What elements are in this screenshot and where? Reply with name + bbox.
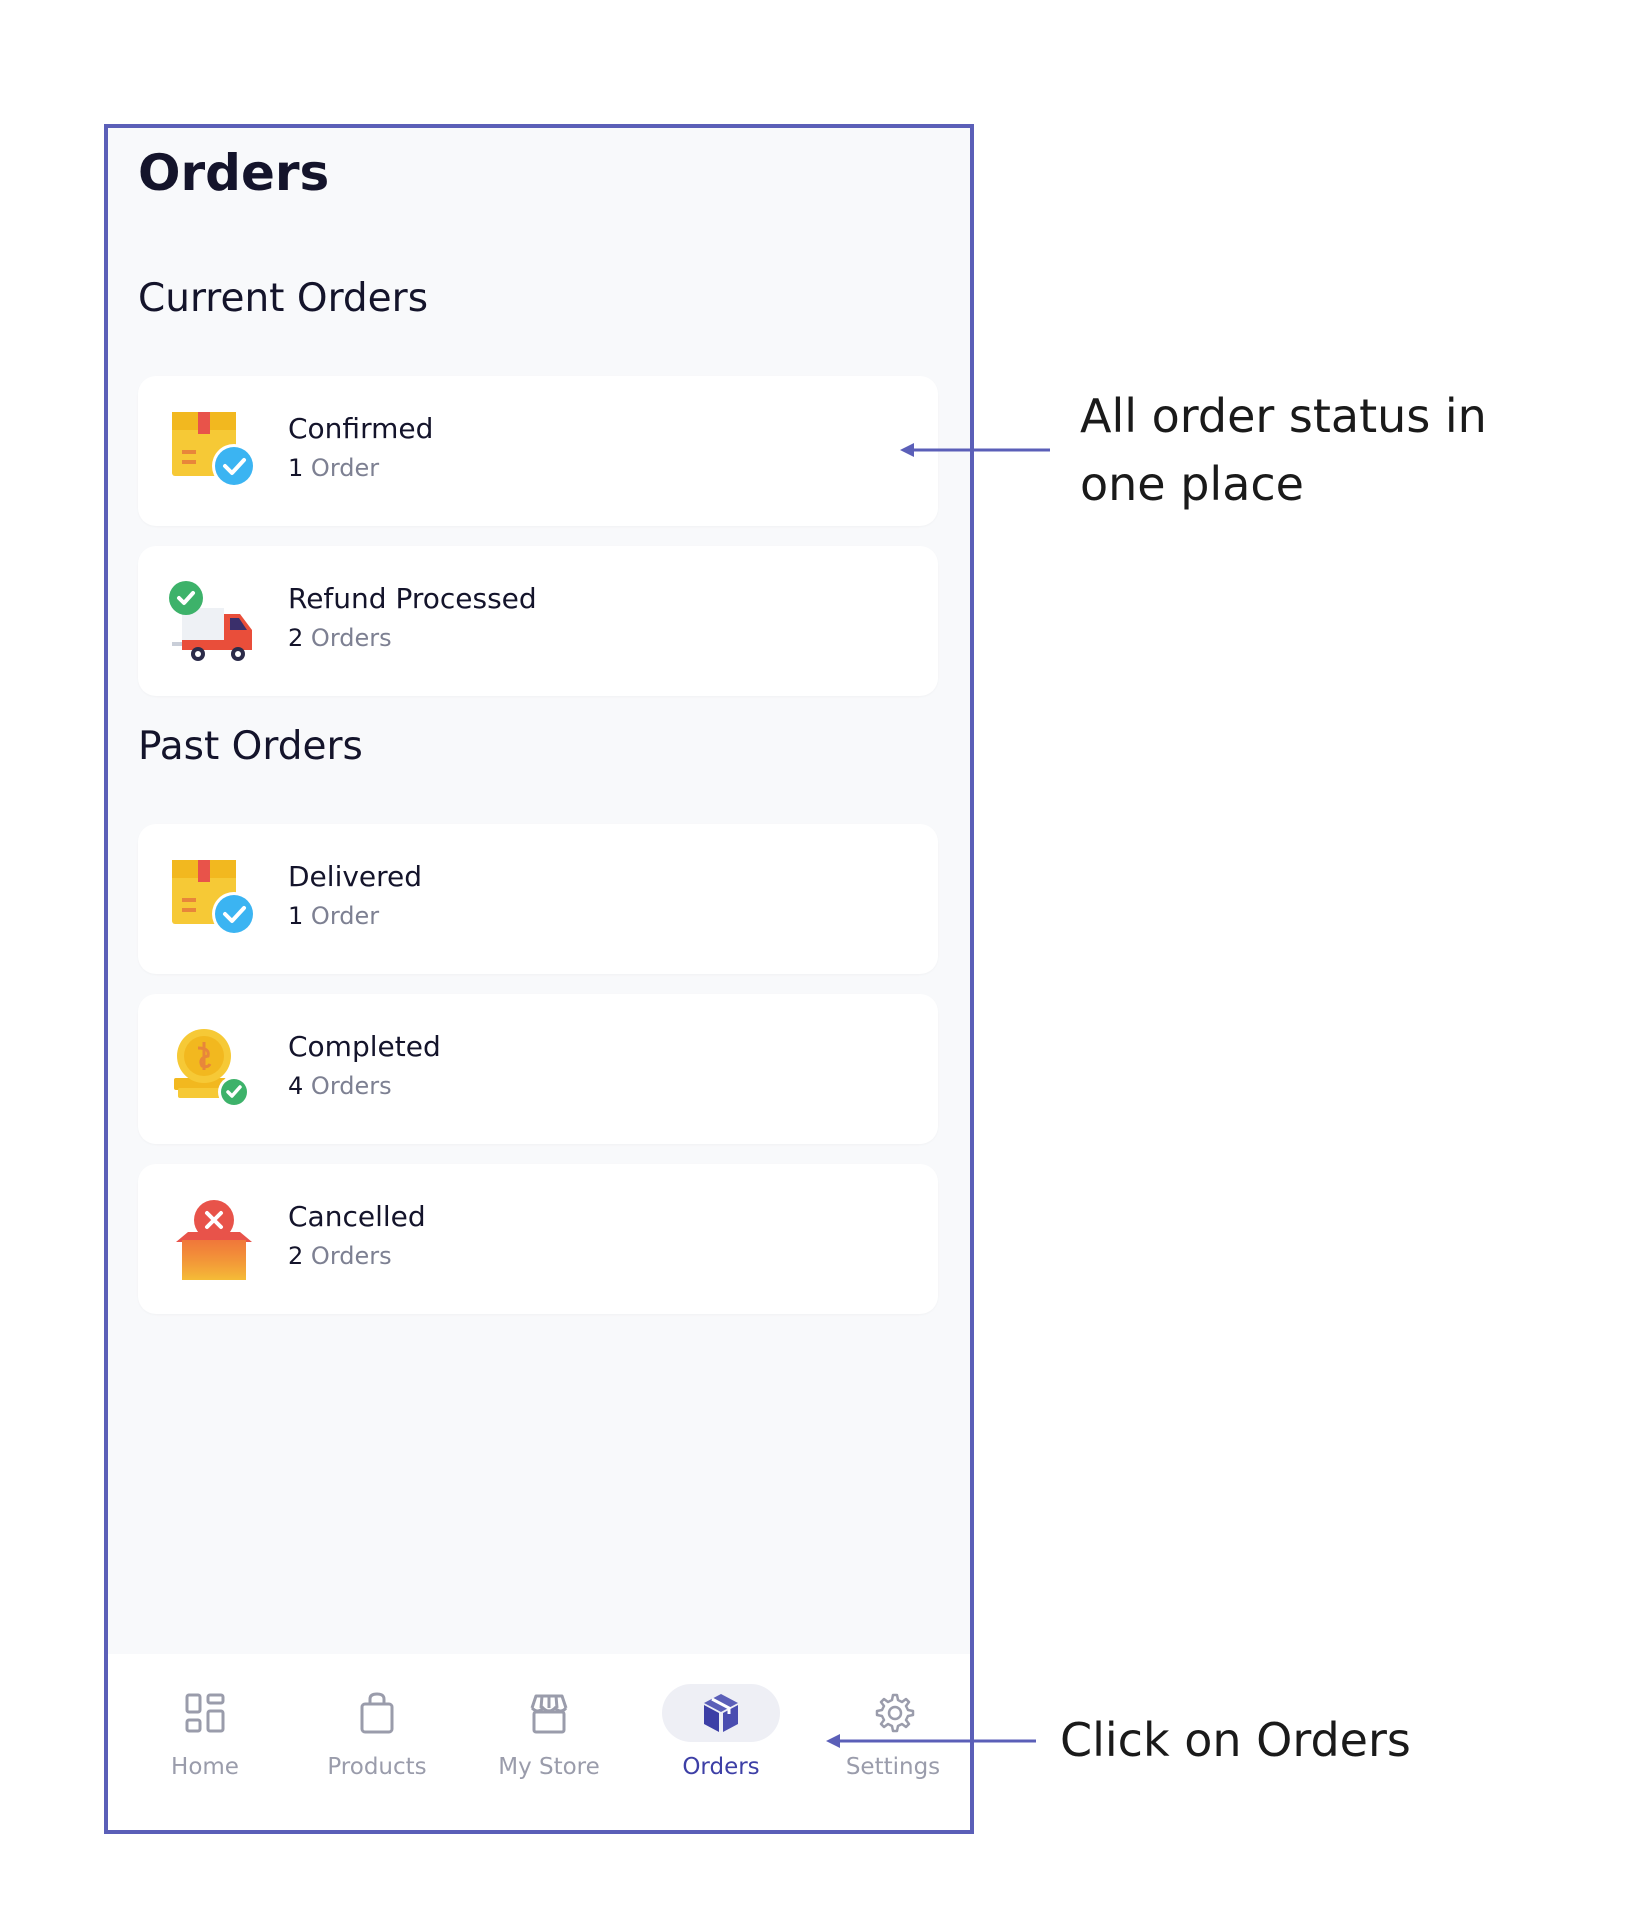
annotation-status: All order status in one place bbox=[1080, 382, 1487, 518]
card-status: Confirmed bbox=[288, 412, 434, 445]
bottom-nav: Home Products My Store Orders Settings bbox=[108, 1654, 970, 1830]
gear-icon bbox=[875, 1693, 915, 1733]
annotation-click-orders: Click on Orders bbox=[1060, 1713, 1411, 1767]
nav-label-orders: Orders bbox=[682, 1754, 760, 1780]
card-count: 4 Orders bbox=[288, 1072, 392, 1100]
nav-label-products: Products bbox=[327, 1754, 427, 1780]
card-status: Completed bbox=[288, 1030, 441, 1063]
nav-label-settings: Settings bbox=[845, 1754, 941, 1780]
order-card-delivered[interactable]: Delivered 1 Order bbox=[138, 824, 938, 974]
store-icon bbox=[530, 1694, 568, 1734]
card-status: Cancelled bbox=[288, 1200, 426, 1233]
grid-icon bbox=[185, 1693, 225, 1733]
phone-screen: Orders Current Orders Confirmed 1 Order bbox=[104, 124, 974, 1834]
card-count: 2 Orders bbox=[288, 624, 392, 652]
card-status: Delivered bbox=[288, 860, 423, 893]
order-card-confirmed[interactable]: Confirmed 1 Order bbox=[138, 376, 938, 526]
current-orders-heading: Current Orders bbox=[138, 276, 429, 321]
order-card-cancelled[interactable]: Cancelled 2 Orders bbox=[138, 1164, 938, 1314]
cube-icon bbox=[704, 1694, 738, 1732]
order-card-completed[interactable]: Completed 4 Orders bbox=[138, 994, 938, 1144]
annotation-status-line1: All order status in bbox=[1080, 389, 1487, 443]
order-card-refund-processed[interactable]: Refund Processed 2 Orders bbox=[138, 546, 938, 696]
completed-coin-icon bbox=[174, 1029, 250, 1108]
nav-item-products[interactable]: Products bbox=[302, 1684, 452, 1804]
confirmed-box-icon bbox=[172, 412, 256, 488]
card-status: Refund Processed bbox=[288, 582, 537, 615]
cancelled-box-icon bbox=[176, 1200, 252, 1280]
nav-item-my-store[interactable]: My Store bbox=[474, 1684, 624, 1804]
bag-icon bbox=[360, 1692, 394, 1734]
past-orders-heading: Past Orders bbox=[138, 724, 363, 769]
annotation-status-line2: one place bbox=[1080, 457, 1304, 511]
nav-item-home[interactable]: Home bbox=[130, 1684, 280, 1804]
nav-item-orders[interactable]: Orders bbox=[646, 1684, 796, 1804]
page-title: Orders bbox=[138, 144, 330, 202]
delivered-box-icon bbox=[172, 860, 256, 936]
nav-item-settings[interactable]: Settings bbox=[818, 1684, 968, 1804]
refund-truck-icon bbox=[169, 581, 252, 661]
nav-label-my-store: My Store bbox=[498, 1754, 600, 1780]
nav-label-home: Home bbox=[171, 1754, 239, 1780]
card-count: 1 Order bbox=[288, 902, 380, 930]
card-count: 1 Order bbox=[288, 454, 380, 482]
card-count: 2 Orders bbox=[288, 1242, 392, 1270]
